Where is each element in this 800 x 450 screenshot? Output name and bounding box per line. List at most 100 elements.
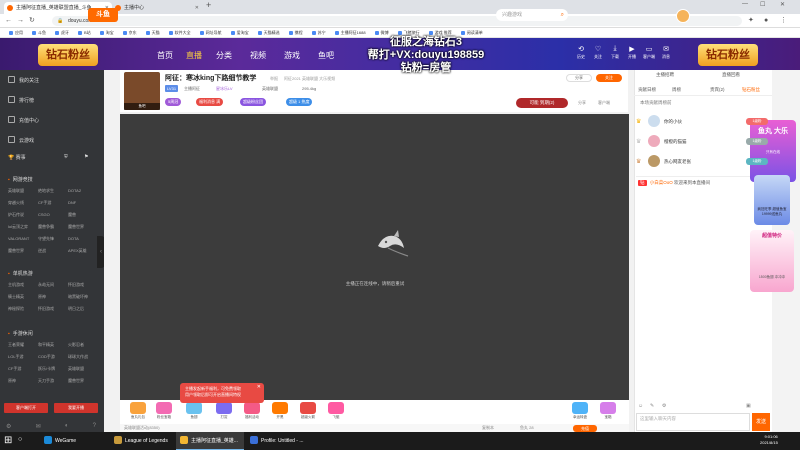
avatar[interactable] bbox=[648, 135, 660, 147]
help-icon[interactable]: ? bbox=[93, 423, 96, 430]
bookmark-item[interactable]: 天猫 bbox=[146, 28, 160, 37]
new-tab-icon[interactable]: + bbox=[206, 0, 211, 10]
gift-item[interactable]: 幸运转盘 bbox=[568, 402, 592, 420]
nav-item[interactable]: 直播 bbox=[186, 50, 202, 61]
sidebar-category-link[interactable]: 魔兽争霸 bbox=[38, 224, 68, 230]
room-tag-pill[interactable]: 超级 1 热度 bbox=[286, 98, 313, 106]
tab-anchor-recruit[interactable]: 主播招聘 bbox=[656, 72, 674, 78]
sidebar-item-cloud-game[interactable]: 云游戏 bbox=[8, 136, 34, 144]
bookmark-item[interactable]: 京东 bbox=[123, 28, 137, 37]
bookmark-item[interactable]: 天猫精选 bbox=[258, 28, 280, 37]
sidebar-category-link[interactable]: 穿越火线 bbox=[8, 200, 38, 206]
reload-icon[interactable]: ↻ bbox=[29, 16, 35, 26]
ad-banner-mid[interactable]: 疯狂旺季 超值鱼宝 19999送鱼丸 bbox=[754, 175, 790, 225]
follow-icon[interactable]: ♡ 关注 bbox=[591, 45, 605, 60]
sidebar-category-link[interactable]: 明日之后 bbox=[68, 306, 98, 312]
close-window-icon[interactable]: ✕ bbox=[780, 1, 785, 8]
sidebar-category-link[interactable]: 天刀手游 bbox=[38, 378, 68, 384]
sidebar-category-link[interactable]: 魔兽世界 bbox=[68, 224, 98, 230]
bookmark-item[interactable]: 斗鱼 bbox=[32, 28, 46, 37]
avatar[interactable] bbox=[648, 155, 660, 167]
settings-icon[interactable]: ⚙ bbox=[6, 423, 11, 430]
sidebar-category-link[interactable]: 神秘探险 bbox=[8, 306, 38, 312]
system-clock[interactable]: 9:01:06 2021/8/15 bbox=[760, 434, 778, 446]
sidebar-category-link[interactable]: 英雄联盟 bbox=[8, 188, 38, 194]
room-category[interactable]: 英雄联盟 bbox=[262, 86, 278, 92]
copy-link[interactable]: 复制本 bbox=[482, 425, 494, 431]
taskbar-app[interactable]: WeGame bbox=[40, 432, 106, 450]
gift-countdown-badge[interactable]: 可能 到期(2) bbox=[516, 98, 568, 108]
sidebar-category-link[interactable]: 球球大作战 bbox=[68, 354, 98, 360]
sidebar-category-link[interactable]: 王者荣耀 bbox=[8, 342, 38, 348]
tab-weekly-rank[interactable]: 周榜 bbox=[672, 87, 681, 93]
sidebar-events-label[interactable]: 赛事 bbox=[16, 155, 26, 161]
nav-item[interactable]: 游戏 bbox=[284, 50, 300, 61]
gift-item[interactable]: 宝箱 bbox=[596, 402, 620, 420]
sidebar-category-link[interactable]: CF手游 bbox=[38, 200, 68, 206]
douyu-logo[interactable]: 斗鱼 bbox=[88, 8, 118, 22]
sidebar-category-link[interactable]: 怀旧游戏 bbox=[68, 282, 98, 288]
gift-item[interactable]: 飞艇 bbox=[324, 402, 348, 420]
sidebar-category-link[interactable]: 和平精英 bbox=[38, 342, 68, 348]
sidebar-category-link[interactable]: 英雄联盟 bbox=[68, 366, 98, 372]
welfare-popup[interactable]: 主播发起新手福利，可免费领取 用户领取后即可开启直播间特权 ✕ bbox=[180, 383, 264, 403]
taskbar-app[interactable]: League of Legends bbox=[110, 432, 174, 450]
room-tag-pill[interactable]: 福利消息 满 bbox=[196, 98, 224, 106]
sidebar-category-link[interactable]: 炉石传说 bbox=[8, 212, 38, 218]
chat-user[interactable]: 小白菜OoO bbox=[650, 180, 673, 185]
user-avatar[interactable] bbox=[676, 9, 690, 23]
rank-user-name[interactable]: 热心网友老张 bbox=[664, 159, 691, 165]
sidebar-category-link[interactable]: VALORANT bbox=[8, 236, 38, 242]
gift-item[interactable]: 开黑 bbox=[268, 402, 292, 420]
room-report-link[interactable]: 举报 bbox=[270, 76, 278, 82]
search-icon[interactable]: ⌕ bbox=[561, 9, 564, 21]
gift-item[interactable]: 打赏 bbox=[212, 402, 236, 420]
bookmark-item[interactable]: 携程 bbox=[289, 28, 303, 37]
gift-item[interactable]: 超级火箭 bbox=[296, 402, 320, 420]
open-client-button[interactable]: 客户端打开 bbox=[4, 403, 48, 413]
sidebar-category-link[interactable]: 原神 bbox=[38, 294, 68, 300]
room-tag-pill[interactable]: 5周冠 bbox=[165, 98, 182, 106]
sidebar-category-link[interactable]: 跃乐/卡牌 bbox=[38, 366, 68, 372]
nav-item[interactable]: 分类 bbox=[216, 50, 232, 61]
event-link[interactable]: 英雄联盟活动(8350) bbox=[124, 425, 160, 431]
emoji-icon[interactable]: ☺ bbox=[638, 403, 643, 409]
sidebar-category-link[interactable]: COD手游 bbox=[38, 354, 68, 360]
search-icon[interactable]: ○ bbox=[18, 436, 22, 443]
windows-start-icon[interactable]: ⊞ bbox=[4, 435, 12, 447]
sidebar-item-follow[interactable]: 我的关注 bbox=[8, 76, 39, 84]
popup-close-icon[interactable]: ✕ bbox=[257, 384, 261, 390]
maximize-icon[interactable]: ☐ bbox=[760, 1, 765, 8]
sidebar-category-link[interactable]: LOL手游 bbox=[8, 354, 38, 360]
ad-banner-bottom[interactable]: 超值特价 1500鱼翅 冲冲冲 bbox=[750, 230, 794, 292]
search-input[interactable]: 兴趣游戏 ⌕ bbox=[496, 9, 568, 21]
chat-input[interactable]: 这里输入聊天内容 bbox=[636, 413, 750, 431]
sidebar-item-rank[interactable]: 排行榜 bbox=[8, 96, 34, 104]
gift-item[interactable]: 鱼翅 bbox=[182, 402, 206, 420]
menu-icon[interactable]: ⋮ bbox=[780, 16, 787, 26]
rank-row[interactable]: ♛ 橙橙的猫猫 1级粉 bbox=[636, 134, 770, 150]
download-icon[interactable]: ⤓ 下载 bbox=[608, 45, 622, 60]
sidebar-category-link[interactable]: DOTA bbox=[68, 236, 98, 242]
sidebar-category-link[interactable]: 暗黑破坏神 bbox=[68, 294, 98, 300]
settings-icon[interactable]: ⚙ bbox=[662, 403, 666, 409]
forward-icon[interactable]: → bbox=[17, 16, 24, 26]
bookmark-item[interactable]: 虎牙 bbox=[55, 28, 69, 37]
rank-user-name[interactable]: 橙橙的猫猫 bbox=[664, 139, 687, 145]
nav-item[interactable]: 视频 bbox=[250, 50, 266, 61]
fish-bar-label[interactable]: 鱼吧 bbox=[124, 103, 160, 110]
trophy-icon[interactable]: 🏆 bbox=[8, 155, 14, 161]
close-tab-icon[interactable]: ✕ bbox=[195, 2, 199, 14]
tab-replay[interactable]: 直播回看 bbox=[722, 72, 740, 78]
sidebar-category-link[interactable]: 永劫无间 bbox=[38, 282, 68, 288]
sidebar-category-link[interactable]: 騎士精英 bbox=[8, 294, 38, 300]
history-icon[interactable]: ⟲ 历史 bbox=[574, 45, 588, 60]
live-icon[interactable]: ▶ 开播 bbox=[625, 45, 639, 60]
profile-icon[interactable]: ● bbox=[764, 16, 768, 26]
sidebar-category-link[interactable]: CF手游 bbox=[8, 366, 38, 372]
taskbar-app[interactable]: 主播阿征直播_英雄... bbox=[176, 432, 244, 450]
sidebar-category-link[interactable]: APEX英雄 bbox=[68, 248, 98, 254]
room-tag-pill[interactable]: 超级粉丝团 bbox=[240, 98, 266, 106]
follow-button[interactable]: 关注 bbox=[596, 74, 622, 82]
sidebar-category-link[interactable]: 原神 bbox=[8, 378, 38, 384]
